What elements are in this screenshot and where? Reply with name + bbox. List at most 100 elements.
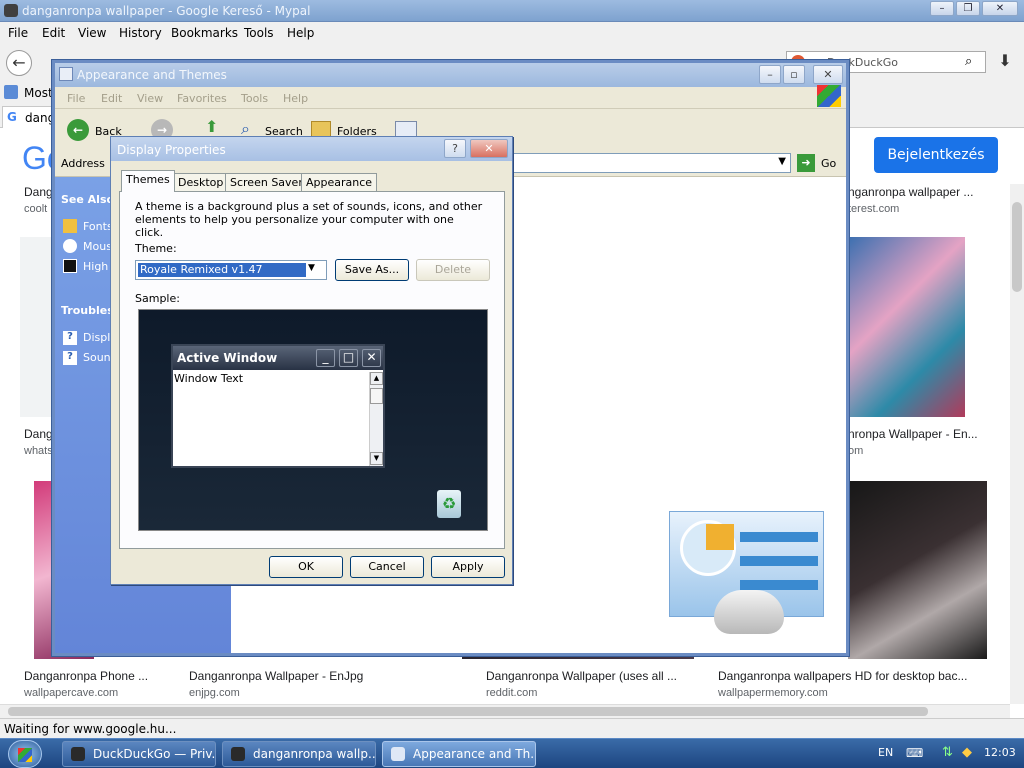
mouse-graphic [714, 590, 784, 634]
tab-themes[interactable]: Themes [121, 170, 175, 192]
folders-icon [311, 121, 331, 137]
minimize-button[interactable]: – [759, 65, 781, 84]
apply-button[interactable]: Apply [431, 556, 505, 578]
ok-button[interactable]: OK [269, 556, 343, 578]
minimize-button[interactable]: – [930, 1, 954, 16]
maximize-button[interactable]: ❐ [956, 1, 980, 16]
signin-button[interactable]: Bejelentkezés [874, 137, 998, 173]
chevron-down-icon[interactable]: ▼ [308, 263, 315, 273]
status-text: Waiting for www.google.hu... [4, 722, 177, 736]
help-button[interactable]: ? [444, 139, 466, 158]
menu-favorites[interactable]: Favorites [177, 92, 227, 105]
taskbar-item-danganronpa[interactable]: danganronpa wallp... [222, 741, 376, 767]
explorer-menubar: File Edit View Favorites Tools Help [55, 85, 846, 109]
bookmark-most-visited[interactable]: Most [24, 86, 53, 100]
result-source: terest.com [848, 203, 900, 215]
save-as-button[interactable]: Save As... [335, 259, 409, 281]
theme-select[interactable]: Royale Remixed v1.47 ▼ [135, 260, 327, 280]
clock[interactable]: 12:03 [984, 746, 1016, 759]
tab-appearance[interactable]: Appearance [301, 173, 378, 191]
views-icon[interactable] [395, 121, 417, 137]
result-source: wallpapercave.com [24, 687, 119, 699]
menu-history[interactable]: History [119, 26, 162, 40]
network-icon[interactable]: ⇅ [942, 745, 953, 760]
start-button[interactable] [8, 740, 42, 768]
result-title[interactable]: Danganronpa wallpapers HD for desktop ba… [718, 669, 967, 683]
taskbar-item-appearance[interactable]: Appearance and Th... [382, 741, 536, 767]
result-source: wallpapermemory.com [718, 687, 828, 699]
back-arrow-icon[interactable]: ← [67, 119, 89, 141]
tab-screen-saver[interactable]: Screen Saver [225, 173, 308, 191]
menu-tools[interactable]: Tools [244, 26, 274, 40]
control-panel-icon [391, 747, 405, 761]
chevron-down-icon: ▼ [370, 452, 383, 465]
result-title[interactable]: Danganronpa Wallpaper (uses all ... [486, 669, 677, 683]
menu-help[interactable]: Help [287, 26, 314, 40]
close-button[interactable]: ✕ [470, 139, 508, 158]
tab-desktop[interactable]: Desktop [173, 173, 229, 191]
download-icon[interactable]: ⬇ [993, 51, 1017, 73]
chevron-down-icon[interactable]: ▼ [778, 156, 786, 167]
tray-app-icon[interactable]: ◆ [962, 745, 972, 760]
back-arrow-icon[interactable]: ← [6, 50, 32, 76]
google-favicon-icon: G [7, 110, 17, 124]
menu-edit[interactable]: Edit [101, 92, 122, 105]
result-title[interactable]: nronpa Wallpaper - En... [848, 427, 978, 441]
go-button[interactable]: Go [821, 157, 836, 170]
explorer-title: Appearance and Themes [77, 68, 227, 82]
sidebar-item-sound[interactable]: Soun [83, 351, 111, 364]
close-button[interactable]: ✕ [813, 65, 843, 84]
sidebar-item-fonts[interactable]: Fonts [83, 220, 113, 233]
recycle-bin-icon: ♻ [437, 490, 461, 518]
vertical-scrollbar[interactable] [1010, 184, 1024, 704]
up-folder-icon[interactable]: ⬆ [205, 117, 218, 136]
result-thumbnail[interactable] [20, 237, 53, 417]
menu-bookmarks[interactable]: Bookmarks [171, 26, 238, 40]
delete-button[interactable]: Delete [416, 259, 490, 281]
sidebar-item-mouse[interactable]: Mous [83, 240, 112, 253]
dialog-title: Display Properties [117, 143, 226, 157]
taskbar-item-duckduckgo[interactable]: DuckDuckGo — Priv... [62, 741, 216, 767]
go-arrow-icon[interactable]: ➜ [797, 154, 815, 172]
mouse-icon [63, 239, 77, 253]
maximize-icon: □ [339, 349, 358, 367]
horizontal-scrollbar[interactable] [0, 704, 1010, 718]
sample-window-title: Active Window [177, 351, 278, 365]
menu-help[interactable]: Help [283, 92, 308, 105]
themes-description: A theme is a background plus a set of so… [135, 200, 483, 239]
menu-file[interactable]: File [67, 92, 85, 105]
minimize-icon: _ [316, 349, 335, 367]
result-title[interactable]: Dang [24, 185, 53, 199]
result-source: coolt [24, 203, 48, 215]
scroll-thumb[interactable] [8, 707, 928, 716]
menu-edit[interactable]: Edit [42, 26, 65, 40]
monokuma-wallpaper-thumbnail[interactable] [848, 237, 965, 417]
menu-view[interactable]: View [137, 92, 163, 105]
sample-scroll-thumb [370, 388, 383, 404]
bookmark-icon [4, 85, 18, 99]
menu-file[interactable]: File [8, 26, 28, 40]
danganronpa-cast-thumbnail[interactable] [848, 481, 987, 659]
menu-tools[interactable]: Tools [241, 92, 268, 105]
sidebar-item-high-contrast[interactable]: High [83, 260, 108, 273]
scroll-thumb[interactable] [1012, 202, 1022, 292]
language-indicator[interactable]: EN [878, 746, 893, 759]
menu-view[interactable]: View [78, 26, 106, 40]
result-source: whats [24, 445, 53, 457]
sample-window-text: Window Text [174, 372, 244, 385]
sample-window-titlebar: Active Window _ □ ✕ [173, 346, 383, 370]
windows-flag-icon [817, 85, 841, 107]
maximize-button[interactable]: ▫ [783, 65, 805, 84]
windows-logo-icon [18, 748, 32, 762]
browser-statusbar: Waiting for www.google.hu... [0, 718, 1024, 738]
bar-graphic [740, 532, 818, 542]
cancel-button[interactable]: Cancel [350, 556, 424, 578]
result-title[interactable]: Danganronpa Phone ... [24, 669, 148, 683]
search-icon[interactable]: ⌕ [965, 54, 972, 69]
result-title[interactable]: nganronpa wallpaper ... [848, 185, 973, 199]
result-title[interactable]: Danganronpa Wallpaper - EnJpg [189, 669, 363, 683]
close-button[interactable]: ✕ [982, 1, 1018, 16]
result-title[interactable]: Dang [24, 427, 53, 441]
keyboard-icon[interactable]: ⌨ [906, 746, 923, 760]
tab-active[interactable]: G dang [2, 106, 58, 128]
